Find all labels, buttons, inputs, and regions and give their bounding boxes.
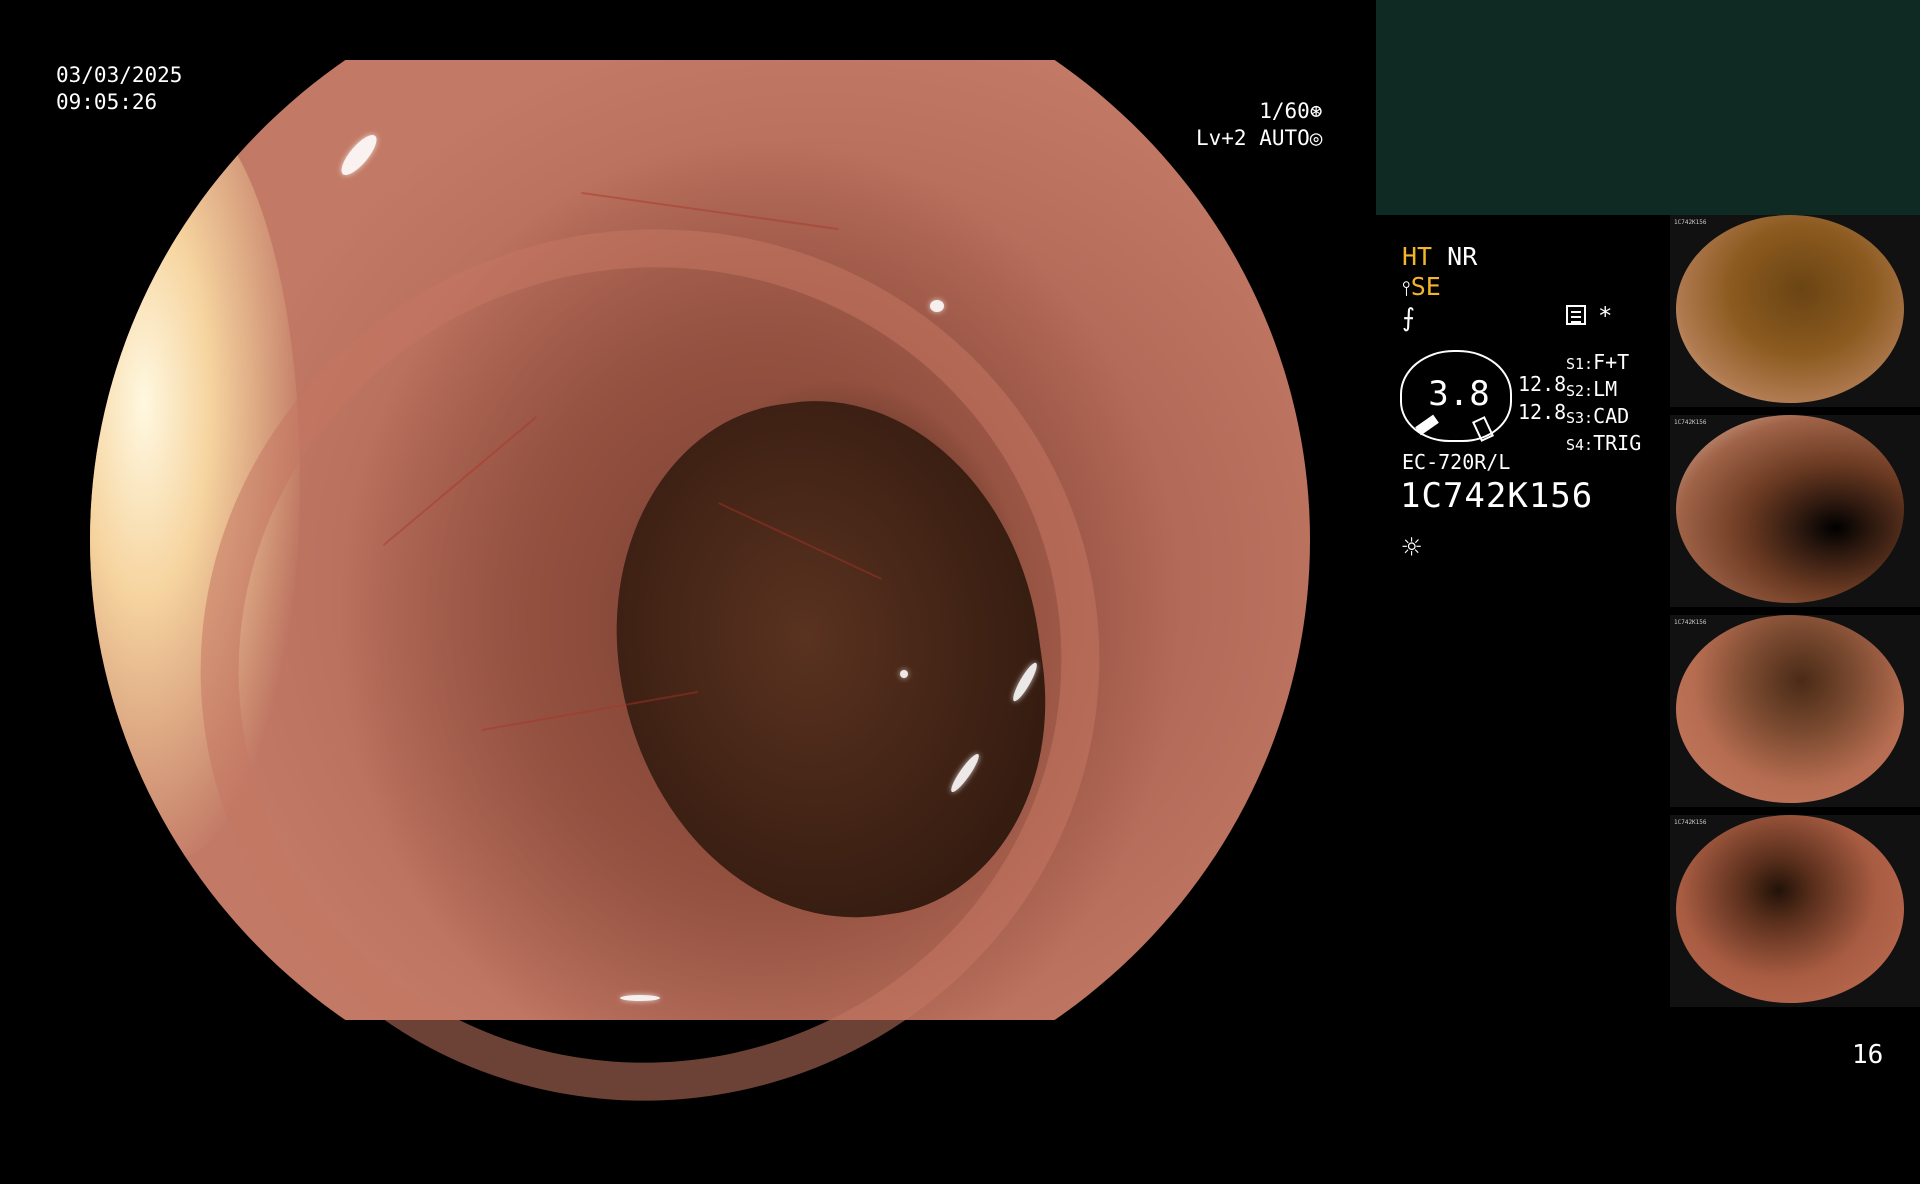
status-panel: HT NR ⫯SE ⨍	[1402, 242, 1477, 333]
endoscope-view	[90, 60, 1310, 1130]
info-box	[1376, 0, 1920, 215]
thumbnail-caption: 1C742K156	[1674, 219, 1707, 226]
vessel	[581, 191, 839, 231]
thumbnail-image	[1676, 615, 1904, 803]
thumbnail-image	[1676, 415, 1904, 603]
capture-thumbnail[interactable]: 1C742K156	[1670, 415, 1920, 607]
thumbnail-caption: 1C742K156	[1674, 619, 1707, 626]
specular-highlight	[900, 670, 908, 678]
specular-highlight	[930, 300, 944, 312]
time-text: 09:05:26	[56, 90, 158, 114]
thumbnail-image	[1676, 215, 1904, 403]
se-label: SE	[1410, 272, 1441, 301]
light-icon: ☼	[1402, 528, 1422, 566]
sharpness-icon: ⨍	[1402, 303, 1416, 332]
setting-row: S4:TRIG	[1566, 431, 1642, 455]
setting-row: S1:F+T	[1566, 350, 1630, 374]
nr-label: NR	[1447, 242, 1478, 271]
gauge-value: 3.8	[1428, 374, 1490, 414]
iris-icon: ◎	[1309, 126, 1323, 150]
exposure-info: 1/60⊛ Lv+2 AUTO◎	[1196, 98, 1322, 152]
scope-serial: 1C742K156	[1400, 476, 1594, 516]
date-text: 03/03/2025	[56, 63, 183, 87]
asterisk-icon: *	[1598, 302, 1613, 330]
thumbnail-caption: 1C742K156	[1674, 419, 1707, 426]
memory-icon	[1566, 305, 1586, 325]
readout-1: 12.8	[1518, 372, 1567, 396]
ht-label: HT	[1402, 242, 1433, 271]
switch-settings: S1:F+T S2:LM S3:CAD S4:TRIG	[1566, 350, 1641, 458]
thumbnail-caption: 1C742K156	[1674, 819, 1707, 826]
enhance-icon: ⫯	[1402, 276, 1411, 300]
readout-2: 12.8	[1518, 400, 1567, 424]
setting-row: S3:CAD	[1566, 404, 1630, 428]
thumbnail-image	[1676, 815, 1904, 1003]
level-text: Lv+2 AUTO	[1196, 126, 1310, 150]
aperture-icon: ⊛	[1309, 99, 1323, 123]
specular-highlight	[336, 130, 382, 180]
setting-row: S2:LM	[1566, 377, 1618, 401]
scope-model: EC-720R/L	[1402, 450, 1511, 474]
capture-thumbnail[interactable]: 1C742K156	[1670, 815, 1920, 1007]
capture-thumbnail[interactable]: 1C742K156	[1670, 215, 1920, 407]
gauge-readouts: 12.8 12.8	[1518, 370, 1566, 426]
page-number: 16	[1852, 1040, 1884, 1070]
specular-highlight	[620, 995, 660, 1001]
capture-thumbnail[interactable]: 1C742K156	[1670, 615, 1920, 807]
shutter-text: 1/60	[1259, 99, 1310, 123]
timestamp: 03/03/2025 09:05:26	[56, 62, 182, 116]
